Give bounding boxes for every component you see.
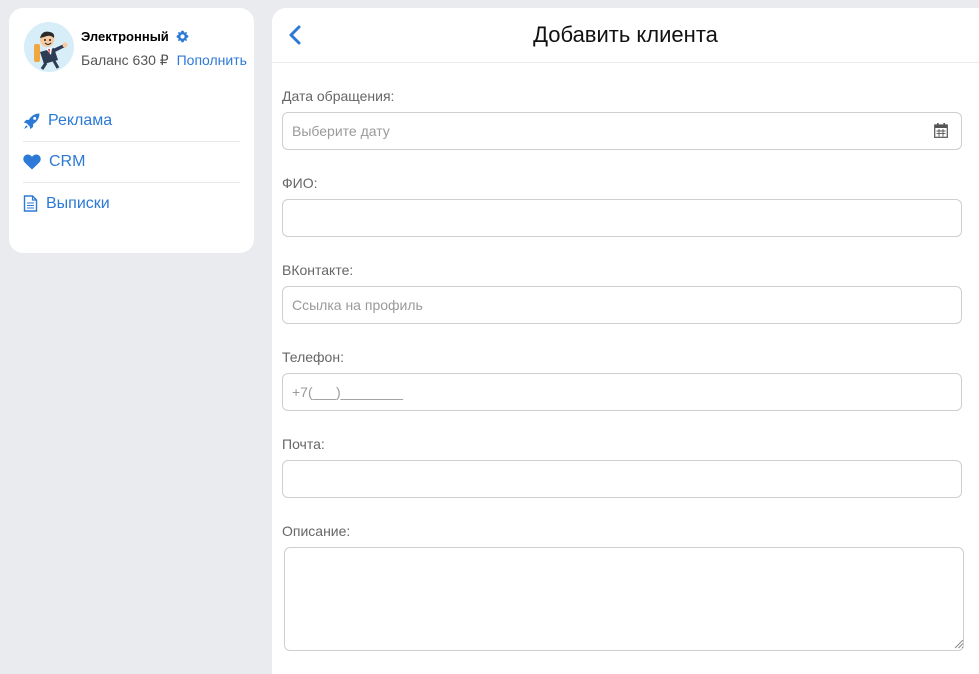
description-wrapper xyxy=(282,547,966,651)
sidebar-item-label: Выписки xyxy=(46,194,110,212)
balance-text: Баланс 630 ₽ xyxy=(81,52,169,68)
heart-icon xyxy=(23,154,41,170)
profile-block: Электронный Баланс 630 ₽ Пополнить xyxy=(24,22,249,82)
resize-grip-icon[interactable] xyxy=(952,637,964,649)
gear-icon[interactable] xyxy=(176,30,189,43)
add-client-panel: Добавить клиента Дата обращения: ФИО: ВК… xyxy=(272,8,979,674)
email-input[interactable] xyxy=(282,460,962,498)
document-icon xyxy=(23,195,38,212)
fio-input[interactable] xyxy=(282,199,962,237)
rocket-icon xyxy=(23,113,40,129)
phone-input[interactable] xyxy=(282,373,962,411)
page-title: Добавить клиента xyxy=(533,22,718,47)
fio-label: ФИО: xyxy=(282,175,318,191)
description-label: Описание: xyxy=(282,523,351,539)
phone-label: Телефон: xyxy=(282,349,344,365)
sidebar-item-ads[interactable]: Реклама xyxy=(23,101,240,142)
topup-link[interactable]: Пополнить xyxy=(177,52,247,68)
date-input[interactable] xyxy=(282,112,962,150)
vk-input[interactable] xyxy=(282,286,962,324)
avatar[interactable] xyxy=(24,22,74,72)
sidebar-item-statements[interactable]: Выписки xyxy=(23,183,240,224)
description-textarea[interactable] xyxy=(284,547,964,651)
profile-name: Электронный xyxy=(81,29,169,44)
sidebar-item-crm[interactable]: CRM xyxy=(23,142,240,183)
businessman-avatar-icon xyxy=(24,22,74,72)
sidebar-item-label: CRM xyxy=(49,153,86,170)
panel-header: Добавить клиента xyxy=(272,8,979,63)
balance-row: Баланс 630 ₽ Пополнить xyxy=(81,52,247,69)
email-label: Почта: xyxy=(282,436,325,452)
profile-name-row: Электронный xyxy=(81,29,189,44)
date-field-wrapper xyxy=(282,112,962,150)
sidebar-menu: Реклама CRM Выписки xyxy=(23,101,240,224)
sidebar: Электронный Баланс 630 ₽ Пополнить Рекла… xyxy=(9,8,254,253)
date-label: Дата обращения: xyxy=(282,88,395,104)
vk-label: ВКонтакте: xyxy=(282,262,354,278)
sidebar-item-label: Реклама xyxy=(48,112,113,129)
calendar-icon[interactable] xyxy=(934,123,948,138)
